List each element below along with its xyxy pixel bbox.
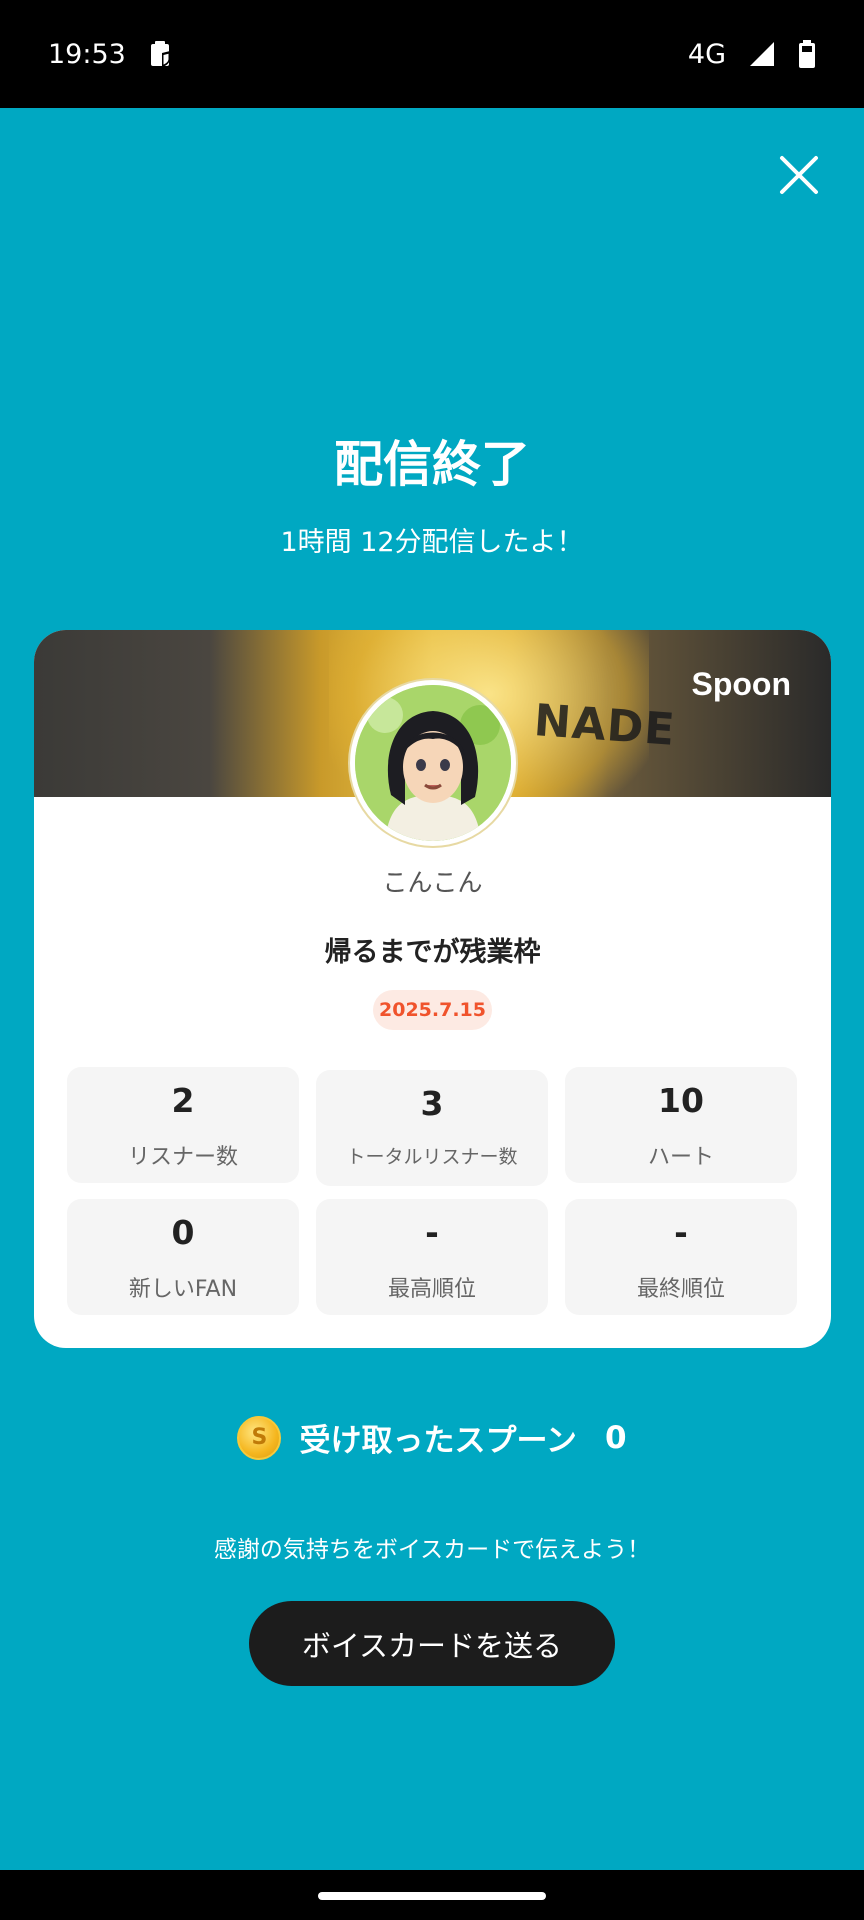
home-indicator[interactable] <box>318 1892 546 1900</box>
stat-best-rank: - 最高順位 <box>316 1199 548 1315</box>
stat-label: 最高順位 <box>387 1277 476 1302</box>
stat-value: - <box>674 1213 688 1252</box>
received-spoons-count: 0 <box>604 1419 627 1456</box>
network-type: 4G <box>687 38 726 70</box>
stat-listeners: 2 リスナー数 <box>67 1067 299 1183</box>
broadcast-duration: 1時間 12分配信したよ！ <box>280 527 584 558</box>
stat-value: 3 <box>420 1084 444 1123</box>
stat-label: トータルリスナー数 <box>346 1146 518 1168</box>
received-spoons-label: 受け取ったスプーン <box>299 1423 577 1459</box>
page-title: 配信終了 <box>333 436 530 493</box>
date-badge: 2025.7.15 <box>373 990 492 1030</box>
username: こんこん <box>382 868 483 897</box>
stat-value: 0 <box>171 1213 195 1252</box>
thanks-message: 感謝の気持ちをボイスカードで伝えよう！ <box>213 1537 651 1563</box>
spoon-coin-icon: S <box>237 1415 282 1460</box>
stat-final-rank: - 最終順位 <box>565 1199 797 1315</box>
status-time: 19:53 <box>48 38 126 70</box>
close-button[interactable] <box>772 148 826 202</box>
battery-icon <box>798 39 816 69</box>
close-icon <box>780 156 818 194</box>
stat-value: - <box>425 1213 439 1252</box>
summary-card: NADE Spoon こんこん 帰るまでが残業枠 2025.7.15 2 リスナ… <box>34 630 831 1348</box>
signal-icon <box>748 40 776 68</box>
stat-label: 新しいFAN <box>128 1277 238 1302</box>
stat-new-fans: 0 新しいFAN <box>67 1199 299 1315</box>
stat-value: 10 <box>658 1081 704 1120</box>
spoon-logo: Spoon <box>691 666 791 702</box>
avatar <box>350 680 516 846</box>
banner-text: NADE <box>532 695 678 756</box>
send-voice-card-button[interactable]: ボイスカードを送る <box>249 1601 615 1686</box>
stat-total-listeners: 3 トータルリスナー数 <box>316 1070 548 1186</box>
stat-value: 2 <box>171 1081 195 1120</box>
clipboard-shield-icon <box>148 39 174 69</box>
stat-label: 最終順位 <box>636 1277 725 1302</box>
status-bar: 19:53 4G <box>0 0 864 108</box>
stat-label: ハート <box>647 1145 714 1170</box>
received-spoons: S 受け取ったスプーン 0 <box>0 1415 864 1460</box>
live-title: 帰るまでが残業枠 <box>324 937 541 968</box>
stat-hearts: 10 ハート <box>565 1067 797 1183</box>
stat-label: リスナー数 <box>127 1145 238 1170</box>
